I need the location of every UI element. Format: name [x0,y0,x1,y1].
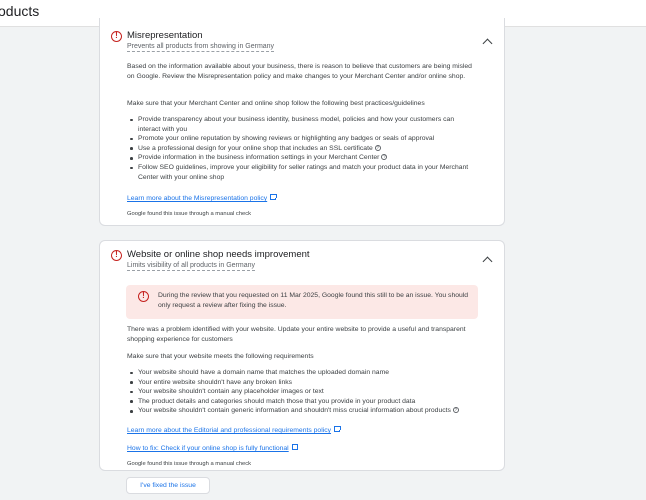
open-in-new-icon [334,425,341,432]
list-item: The product details and categories shoul… [127,397,487,407]
issue-subtitle[interactable]: Limits visibility of all products in Ger… [127,262,255,271]
best-practices-list: Provide transparency about your business… [127,115,475,182]
issue-description: There was a problem identified with your… [127,326,466,343]
list-item: Use a professional design for your onlin… [127,144,475,154]
how-to-fix-link[interactable]: How to fix: Check if your online shop is… [127,443,299,452]
list-item: Provide transparency about your business… [127,115,475,134]
page-title: oducts [0,3,40,19]
help-icon[interactable]: ? [374,144,381,151]
help-icon[interactable]: ? [381,154,388,161]
error-icon: ! [138,291,149,302]
issue-description: Based on the information available about… [127,63,472,80]
list-item: Your website shouldn't contain any place… [127,387,487,397]
issue-guidance: Make sure that your Merchant Center and … [127,100,425,107]
open-in-new-icon [270,193,277,200]
list-item: Your website shouldn't contain generic i… [127,406,487,416]
help-icon[interactable]: ? [452,407,459,414]
found-by-text: Google found this issue through a manual… [127,211,252,217]
fixed-issue-button[interactable]: I've fixed the issue [126,477,210,494]
banner-text: During the review that you requested on … [158,292,469,309]
issue-subtitle[interactable]: Prevents all products from showing in Ge… [127,43,275,52]
list-item: Provide information in the business info… [127,153,475,163]
list-item: Follow SEO guidelines, improve your elig… [127,163,475,182]
issue-title: Website or online shop needs improvement [127,249,310,260]
requirements-list: Your website should have a domain name t… [127,368,487,416]
review-status-banner: ! During the review that you requested o… [126,285,478,319]
error-icon: ! [111,250,122,261]
misrepresentation-policy-link[interactable]: Learn more about the Misrepresentation p… [127,193,277,202]
list-item: Your website should have a domain name t… [127,368,487,378]
issue-guidance: Make sure that your website meets the fo… [127,353,314,360]
list-item: Promote your online reputation by showin… [127,134,475,144]
issue-title: Misrepresentation [127,30,203,41]
list-item: Your entire website shouldn't have any b… [127,378,487,388]
found-by-text: Google found this issue through a manual… [127,461,252,467]
open-in-new-icon [291,443,299,450]
editorial-policy-link[interactable]: Learn more about the Editorial and profe… [127,425,341,434]
error-icon: ! [111,31,122,42]
